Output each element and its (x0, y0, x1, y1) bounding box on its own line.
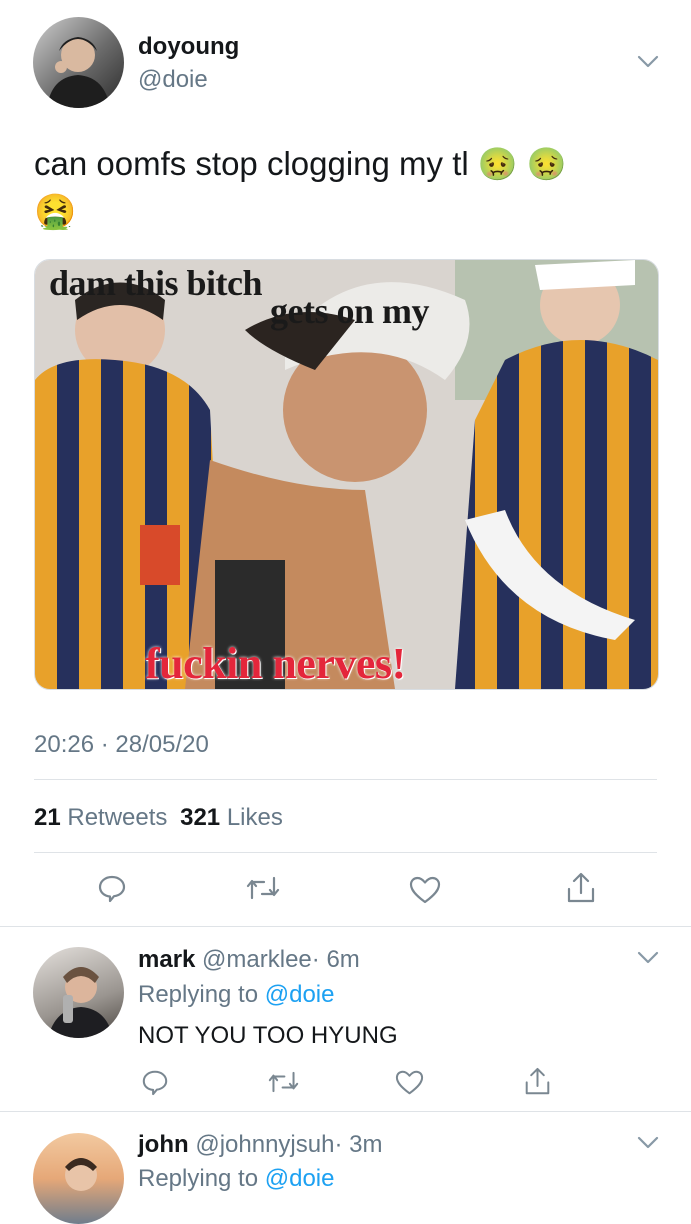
tweet-text: can oomfs stop clogging my tl 🤢 🤢 (34, 143, 566, 185)
reply-header: john @johnnyjsuh· 3m (138, 1131, 382, 1159)
reply-avatar[interactable] (33, 1133, 124, 1224)
reply-time: · 3m (334, 1131, 383, 1158)
reply-author-name[interactable]: mark (138, 946, 195, 973)
reply-author-name[interactable]: john (138, 1131, 189, 1158)
meme-caption-bottom: fuckin nerves! (145, 639, 406, 688)
nauseated-emoji: 🤢 🤢 (477, 146, 567, 182)
vomiting-emoji: 🤮 (34, 193, 77, 231)
retweet-icon[interactable] (246, 874, 280, 902)
reply-icon[interactable] (97, 873, 127, 903)
chevron-down-icon[interactable] (637, 951, 659, 965)
replying-to-label: Replying to (138, 1165, 259, 1192)
tweet-timestamp[interactable]: 20:26 · 28/05/20 (34, 731, 209, 759)
divider (0, 1111, 691, 1112)
replying-to-line: Replying to @doie (138, 1165, 335, 1193)
likes-count[interactable]: 321 (180, 804, 220, 831)
replying-to-link[interactable]: @doie (265, 981, 335, 1008)
share-icon[interactable] (524, 1066, 551, 1097)
like-icon[interactable] (395, 1069, 424, 1096)
reply-header: mark @marklee· 6m (138, 946, 360, 974)
retweets-label[interactable]: Retweets (67, 804, 167, 831)
divider (34, 852, 657, 853)
divider (34, 779, 657, 780)
divider (0, 926, 691, 927)
reply-text: NOT YOU TOO HYUNG (138, 1022, 398, 1049)
meme-caption-top: dam this bitch (49, 263, 263, 303)
retweet-icon[interactable] (268, 1069, 299, 1095)
tweet-body: can oomfs stop clogging my tl (34, 145, 469, 182)
chevron-down-icon[interactable] (637, 1136, 659, 1150)
likes-label[interactable]: Likes (227, 804, 283, 831)
author-avatar[interactable] (33, 17, 124, 108)
retweets-count[interactable]: 21 (34, 804, 61, 831)
replying-to-link[interactable]: @doie (265, 1165, 335, 1192)
reply-avatar[interactable] (33, 947, 124, 1038)
reply-time: · 6m (311, 946, 360, 973)
meme-caption-middle: gets on my (270, 291, 430, 331)
replying-to-line: Replying to @doie (138, 981, 335, 1009)
chevron-down-icon[interactable] (637, 55, 659, 69)
reply-author-handle[interactable]: @johnnyjsuh (195, 1131, 334, 1158)
share-icon[interactable] (566, 871, 596, 905)
reply-icon[interactable] (141, 1068, 169, 1096)
like-icon[interactable] (409, 875, 441, 905)
tweet-stats: 21 Retweets 321 Likes (34, 804, 283, 832)
reply-author-handle[interactable]: @marklee (202, 946, 312, 973)
author-handle[interactable]: @doie (138, 66, 208, 94)
author-name[interactable]: doyoung (138, 33, 239, 61)
replying-to-label: Replying to (138, 981, 259, 1008)
tweet-media-image[interactable]: dam this bitch gets on my fuckin nerves! (34, 259, 659, 690)
